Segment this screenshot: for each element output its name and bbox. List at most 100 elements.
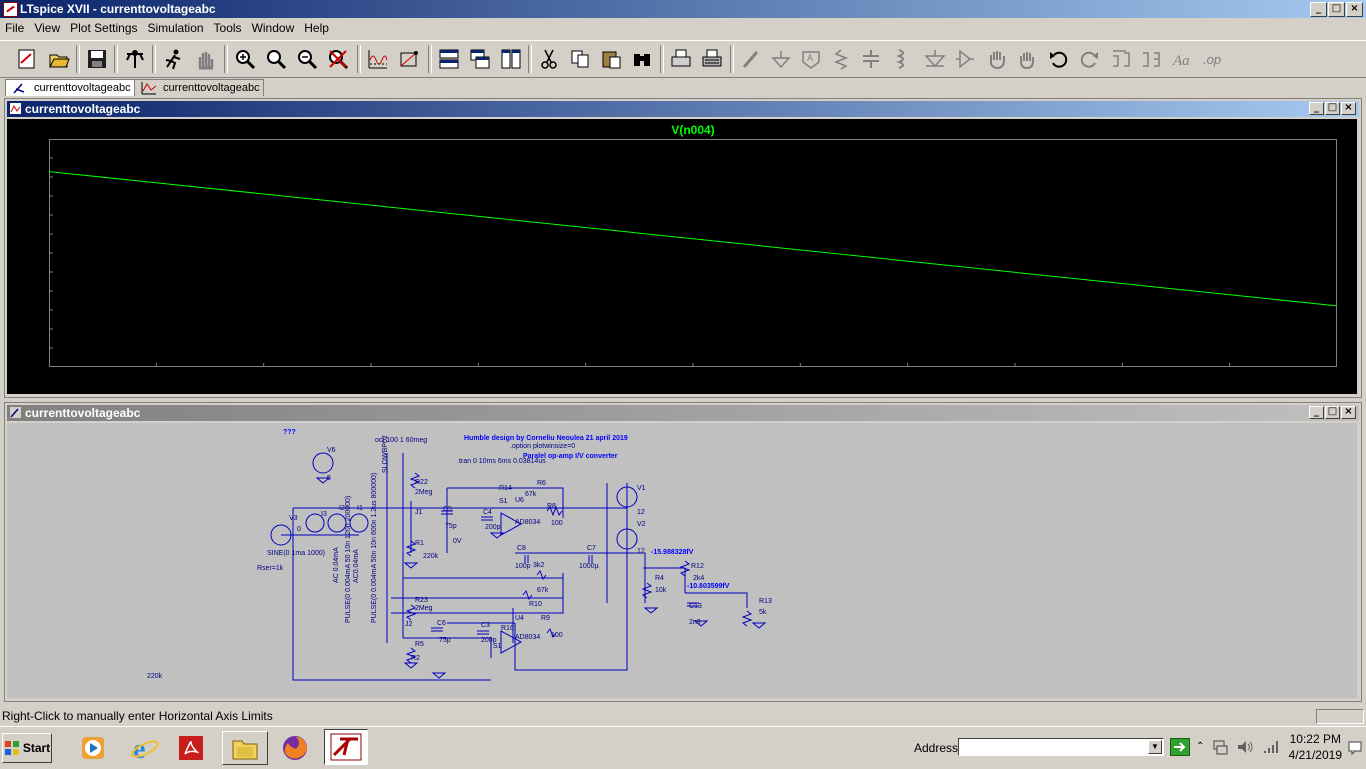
print-setup-icon[interactable] [699,46,725,72]
schematic-label[interactable]: R10 [529,601,542,608]
schematic-label[interactable]: R1 [415,540,424,547]
zoom-area-icon[interactable] [396,46,422,72]
schematic-label[interactable]: 75p [445,523,457,530]
ltspice-taskbar-icon[interactable] [324,729,368,765]
schematic-label[interactable]: SLOWBP02 [382,435,389,473]
schematic-label[interactable]: R14 [499,485,512,492]
schematic-label[interactable]: V1 [637,485,646,492]
schematic-label[interactable]: 3k2 [533,562,544,569]
schematic-label[interactable]: R6 [537,480,546,487]
cut-icon[interactable] [536,46,562,72]
go-button[interactable] [1170,738,1190,756]
label-icon[interactable]: A [798,46,824,72]
schematic-label[interactable]: R8 [547,503,556,510]
start-button[interactable]: Start [2,733,52,763]
pdf-reader-icon[interactable] [174,731,208,765]
schematic-label[interactable]: I1 [357,505,363,512]
menu-plot-settings[interactable]: Plot Settings [65,19,142,38]
find-icon[interactable] [629,46,655,72]
schematic-label[interactable]: 67k [537,587,548,594]
cascade-icon[interactable] [467,46,493,72]
schematic-label[interactable]: SINE(0 1ma 1000) [267,550,325,557]
schematic-label[interactable]: U4 [515,615,524,622]
menu-simulation[interactable]: Simulation [143,19,209,38]
schematic-label[interactable]: R4 [655,575,664,582]
schematic-label[interactable]: 5 [327,475,331,482]
internet-explorer-icon[interactable]: e [128,731,162,765]
schematic-label[interactable]: R9 [541,615,550,622]
schematic-label[interactable]: C7 [587,545,596,552]
schematic-label[interactable]: 2Meg [415,605,433,612]
address-input[interactable]: ▼ [958,738,1164,756]
copy-icon[interactable] [567,46,593,72]
schematic-label[interactable]: 5k [759,609,766,616]
schematic-label[interactable]: J1 [415,509,422,516]
draft-icon[interactable] [14,46,40,72]
schematic-label[interactable]: 2Meg [415,489,433,496]
mirror-icon[interactable] [1138,46,1164,72]
schematic-label[interactable]: R5 [415,641,424,648]
run-icon[interactable] [160,46,186,72]
schematic-label[interactable]: .tran 0 10ms 6ms 0.03814us [457,458,546,465]
autorange-icon[interactable] [365,46,391,72]
tile-vertical-icon[interactable] [498,46,524,72]
schematic-label[interactable]: 0 [297,526,301,533]
schematic-label[interactable]: 2k4 [693,575,704,582]
network-icon[interactable] [1212,739,1228,758]
schematic-label[interactable]: 75p [439,637,451,644]
halt-icon[interactable] [192,46,218,72]
text-icon[interactable]: Aa [1170,46,1196,72]
close-button[interactable]: × [1346,2,1363,17]
schematic-label[interactable]: R2 [411,655,420,662]
menu-tools[interactable]: Tools [209,19,247,38]
schematic-label[interactable]: AC 0.04mA [333,547,340,583]
print-icon[interactable] [668,46,694,72]
wire-icon[interactable] [738,46,764,72]
media-player-icon[interactable] [76,731,110,765]
schematic-label[interactable]: 200p [485,524,501,531]
open-folder-icon[interactable] [46,46,72,72]
schematic-label[interactable]: Rser=1k [257,565,283,572]
resistor-icon[interactable] [828,46,854,72]
menu-window[interactable]: Window [247,19,300,38]
schematic-label[interactable]: PULSE(0 0.004mA 50 10n 120n 200000) [345,496,352,623]
schematic-label[interactable]: C5 [443,506,452,513]
paste-icon[interactable] [598,46,624,72]
schematic-label[interactable]: R12 [691,563,704,570]
schematic-label[interactable]: I2 [339,505,345,512]
schematic-label[interactable]: C6 [437,620,446,627]
tab-waveform[interactable]: currenttovoltageabc [134,79,264,96]
schematic-label[interactable]: J2 [405,621,412,628]
rotate-icon[interactable] [1108,46,1134,72]
schematic-label[interactable]: -10.803599fV [687,583,729,590]
plot-background[interactable]: V(n004) 3.5V 2.8V 2.1V 1.4V 0.7V 0.0V -0.7V -1.… [7,119,1357,394]
zoom-out-icon[interactable] [294,46,320,72]
schematic-label[interactable]: 100p [515,563,531,570]
component-icon[interactable] [952,46,978,72]
restore-button[interactable]: □ [1328,2,1345,17]
menu-file[interactable]: File [0,19,29,38]
schematic-label[interactable]: 0V [453,538,462,545]
zoom-cancel-icon[interactable] [325,46,351,72]
control-panel-icon[interactable] [122,46,148,72]
schematic-label[interactable]: C3 [481,622,490,629]
schematic-label[interactable]: 10k [655,587,666,594]
schematic-label[interactable]: I3 [321,511,327,518]
schematic-label[interactable]: C8 [517,545,526,552]
schematic-label[interactable]: ??? [283,429,296,436]
schematic-label[interactable]: S1 [499,498,508,505]
schematic-canvas[interactable]: ??? Humble design by Corneliu Neoulea 21 … [7,423,1357,698]
spice-directive-icon[interactable]: .op [1200,46,1226,72]
signal-icon[interactable] [1262,739,1280,758]
chevron-up-icon[interactable]: ⌃ [1196,741,1204,752]
schematic-label[interactable]: V3 [289,515,298,522]
tab-schematic[interactable]: currenttovoltageabc [5,79,135,96]
schematic-label[interactable]: 1000µ [579,563,599,570]
plot-area[interactable] [49,139,1337,367]
undo-icon[interactable] [1046,46,1072,72]
tile-horizontal-icon[interactable] [436,46,462,72]
schematic-label[interactable]: R13 [759,598,772,605]
schematic-label[interactable]: 12 [637,509,645,516]
schematic-label[interactable]: 220k [147,673,162,680]
schematic-label[interactable]: 12 [637,548,645,555]
